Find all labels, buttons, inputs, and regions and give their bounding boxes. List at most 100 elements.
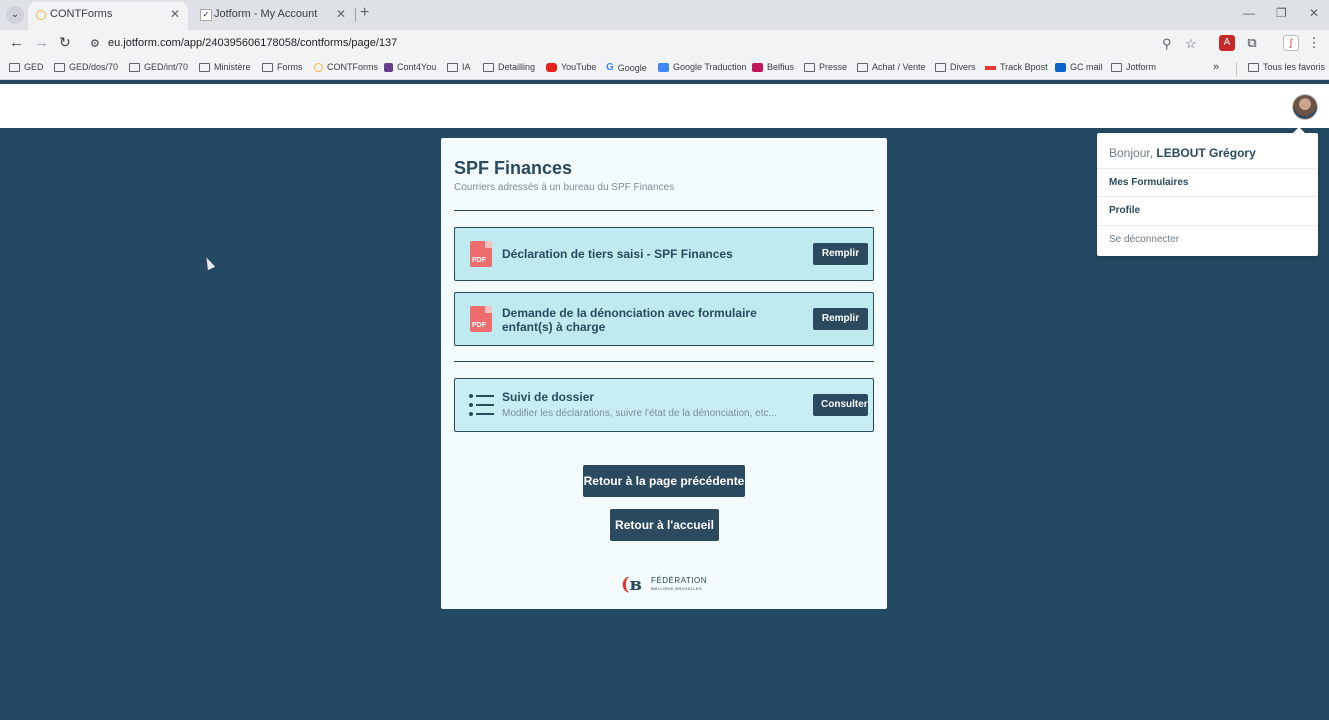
outlook-icon [1055, 62, 1066, 72]
cont4you-icon [384, 62, 393, 72]
card-title: SPF Finances [454, 158, 573, 178]
divider [454, 361, 874, 362]
google-translate-icon [658, 62, 669, 72]
all-bookmarks[interactable]: Tous les favoris [1248, 62, 1325, 72]
restore-icon[interactable]: ❐ [1276, 6, 1287, 20]
tab-contforms[interactable]: CONTForms ✕ [28, 2, 188, 30]
user-menu-dropdown: Bonjour, LEBOUT Grégory Mes Formulaires … [1097, 127, 1318, 256]
mouse-cursor-icon [202, 255, 216, 271]
remplir-button[interactable]: Remplir [813, 308, 868, 330]
card-subtitle: Courriers adressés à un bureau du SPF Fi… [454, 182, 675, 193]
jotform-favicon-icon: ✓ [200, 9, 212, 21]
bookmark-item[interactable]: Track Bpost [985, 62, 1048, 72]
contforms-icon [314, 62, 323, 72]
user-name: LEBOUT Grégory [1156, 146, 1256, 160]
menu-item-logout[interactable]: Se déconnecter [1109, 234, 1179, 245]
menu-separator [1097, 196, 1318, 197]
folder-icon [935, 62, 946, 72]
bookmark-item[interactable]: G Google [606, 62, 647, 73]
divider [454, 210, 874, 211]
site-info-icon[interactable]: ⚙ [90, 37, 100, 50]
tab-title: CONTForms [50, 8, 113, 20]
user-greeting: Bonjour, LEBOUT Grégory [1109, 146, 1256, 160]
folder-icon [447, 62, 458, 72]
bookmark-item[interactable]: GED/dos/70 [54, 62, 118, 72]
address-bar[interactable]: ⚙ eu.jotform.com/app/240395606178058/con… [84, 33, 1210, 56]
bookmark-item[interactable]: CONTForms [314, 62, 378, 72]
form-item-title: Déclaration de tiers saisi - SPF Finance… [502, 247, 733, 261]
bookmark-item[interactable]: YouTube [546, 62, 596, 72]
zoom-icon[interactable]: ⚲ [1162, 36, 1172, 52]
new-tab-icon[interactable]: + [360, 4, 369, 22]
folder-icon [804, 62, 815, 72]
folder-icon [129, 62, 140, 72]
folder-icon [9, 62, 20, 72]
bookmark-item[interactable]: Jotform [1111, 62, 1156, 72]
form-item-title: Demande de la dénonciation avec formulai… [502, 306, 757, 334]
bookmark-item[interactable]: Forms [262, 62, 303, 72]
consulter-button[interactable]: Consulter [813, 394, 868, 416]
browser-toolbar: ← → ↻ ⚙ eu.jotform.com/app/2403956061780… [0, 30, 1329, 59]
bookmark-item[interactable]: GC mail [1055, 62, 1103, 72]
extensions-puzzle-icon[interactable]: ⧉ [1244, 35, 1260, 51]
pdf-icon: PDF [470, 241, 492, 267]
close-window-icon[interactable]: ✕ [1309, 6, 1319, 20]
profile-icon[interactable]: ʃ [1283, 35, 1299, 51]
form-item-denonciation: PDF Demande de la dénonciation avec form… [454, 292, 874, 346]
browser-tabstrip: ⌄ CONTForms ✕ ✓ Jotform - My Account ✕ +… [0, 0, 1329, 30]
menu-separator [1097, 225, 1318, 226]
page-header [0, 84, 1329, 128]
bookmark-item[interactable]: Achat / Vente [857, 62, 926, 72]
belfius-icon [752, 62, 763, 72]
folder-icon [483, 62, 494, 72]
bookmark-item[interactable]: GED [9, 62, 44, 72]
reload-icon[interactable]: ↻ [59, 34, 71, 51]
bookmark-item[interactable]: Cont4You [384, 62, 436, 72]
bookmark-item[interactable]: IA [447, 62, 471, 72]
tab-jotform-account[interactable]: ✓ Jotform - My Account ✕ [192, 2, 354, 30]
bookmark-item[interactable]: Divers [935, 62, 976, 72]
pdf-extension-icon[interactable]: A [1219, 35, 1235, 51]
menu-item-profile[interactable]: Profile [1109, 205, 1140, 216]
form-item-title: Suivi de dossier [502, 390, 595, 404]
federation-logo-text: FÉDÉRATION [651, 576, 707, 585]
user-avatar[interactable] [1292, 94, 1318, 120]
menu-item-mes-formulaires[interactable]: Mes Formulaires [1109, 177, 1188, 188]
url-text[interactable]: eu.jotform.com/app/240395606178058/contf… [108, 37, 397, 49]
bookmark-item[interactable]: Google Traduction [658, 62, 747, 72]
bookmark-item[interactable]: Presse [804, 62, 847, 72]
form-item-description: Modifier les déclarations, suivre l'état… [502, 408, 777, 419]
forward-arrow-icon[interactable]: → [34, 34, 49, 51]
folder-icon [1111, 62, 1122, 72]
google-icon: G [606, 62, 614, 73]
menu-separator [1097, 168, 1318, 169]
pdf-icon: PDF [470, 306, 492, 332]
bookmark-item[interactable]: Ministère [199, 62, 251, 72]
remplir-button[interactable]: Remplir [813, 243, 868, 265]
bookmarks-separator [1236, 62, 1237, 76]
back-to-home-button[interactable]: Retour à l'accueil [610, 509, 719, 541]
bookmark-star-icon[interactable]: ☆ [1185, 36, 1197, 52]
back-to-previous-page-button[interactable]: Retour à la page précédente [583, 465, 745, 497]
youtube-icon [546, 62, 557, 72]
bookmark-item[interactable]: Detailling [483, 62, 535, 72]
bookmark-item[interactable]: GED/int/70 [129, 62, 188, 72]
federation-logo-subtext: WALLONIE-BRUXELLES [651, 586, 702, 591]
folder-icon [262, 62, 273, 72]
bookmarks-overflow-icon[interactable]: » [1213, 61, 1219, 73]
contforms-favicon-icon [36, 10, 46, 20]
tab-close-icon[interactable]: ✕ [170, 2, 180, 26]
tab-close-icon[interactable]: ✕ [336, 2, 346, 26]
back-arrow-icon[interactable]: ← [9, 34, 24, 51]
list-icon [469, 393, 495, 417]
tab-search-button[interactable]: ⌄ [6, 6, 24, 24]
bpost-icon [985, 65, 996, 70]
minimize-icon[interactable]: — [1243, 6, 1255, 20]
browser-menu-icon[interactable]: ⋮ [1306, 35, 1322, 51]
folder-icon [54, 62, 65, 72]
bookmark-item[interactable]: Belfius [752, 62, 794, 72]
folder-icon [1248, 62, 1259, 72]
tab-separator [355, 8, 356, 22]
form-item-suivi: Suivi de dossier Modifier les déclaratio… [454, 378, 874, 432]
bookmarks-bar: GED GED/dos/70 GED/int/70 Ministère Form… [0, 59, 1329, 80]
